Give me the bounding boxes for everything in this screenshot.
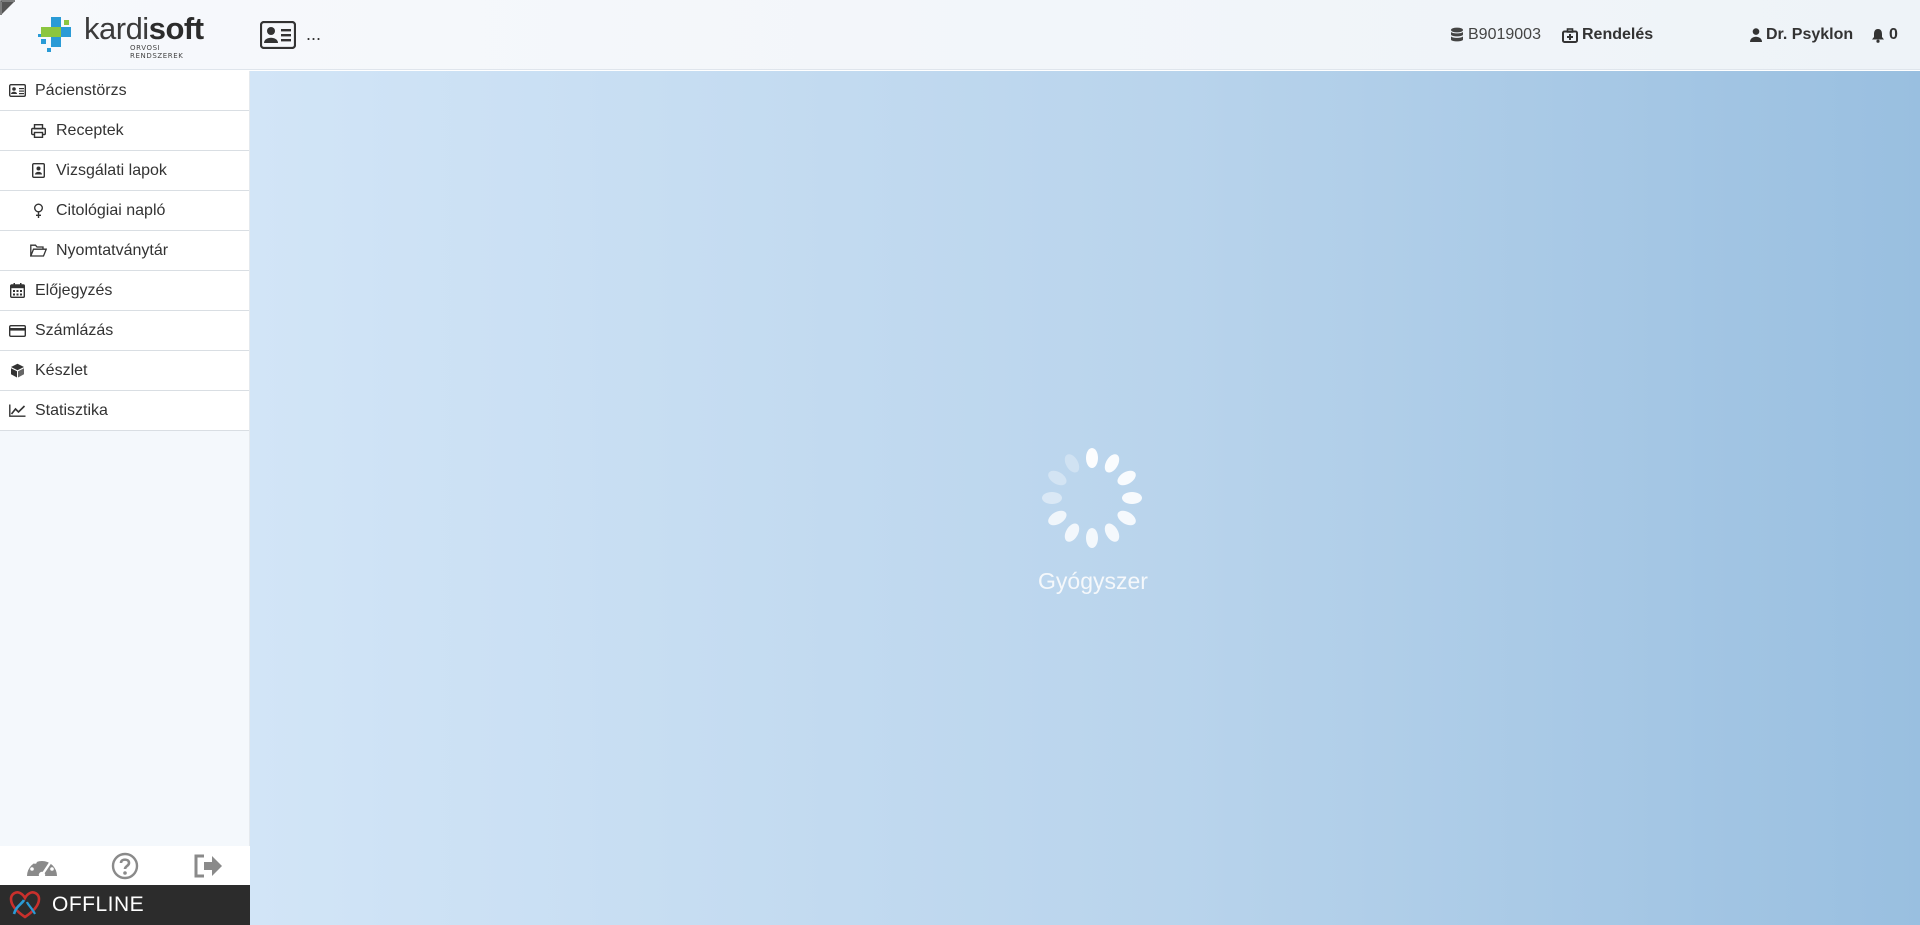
loading-spinner-icon bbox=[1042, 448, 1142, 548]
sidebar-item-statisztika[interactable]: Statisztika bbox=[0, 391, 249, 431]
dashboard-icon[interactable] bbox=[24, 850, 60, 882]
window-corner-icon bbox=[0, 0, 15, 15]
sidebar-item-elojegyzes[interactable]: Előjegyzés bbox=[0, 271, 249, 311]
logout-icon[interactable] bbox=[190, 850, 226, 882]
printer-icon bbox=[30, 122, 47, 139]
sidebar-item-vizsgalati-lapok[interactable]: Vizsgálati lapok bbox=[0, 151, 249, 191]
office-label: Rendelés bbox=[1582, 26, 1654, 43]
notifications-button[interactable]: 0 bbox=[1871, 26, 1898, 44]
top-bar: kardisoft ORVOSI RENDSZEREK ... B9019003… bbox=[0, 0, 1920, 70]
sidebar: Pácienstörzs Receptek Vizsgálati lapok C… bbox=[0, 71, 250, 925]
database-code: B9019003 bbox=[1468, 26, 1541, 43]
database-indicator[interactable]: B9019003 bbox=[1450, 26, 1541, 44]
kardisoft-logo[interactable]: kardisoft ORVOSI RENDSZEREK bbox=[38, 11, 216, 60]
medkit-icon bbox=[1562, 27, 1578, 43]
sidebar-item-label: Statisztika bbox=[35, 401, 108, 419]
sidebar-item-label: Receptek bbox=[56, 121, 124, 139]
connection-status-bar: OFFLINE bbox=[0, 885, 250, 925]
patient-card-icon[interactable] bbox=[260, 21, 296, 49]
sidebar-item-nyomtatvanytar[interactable]: Nyomtatványtár bbox=[0, 231, 249, 271]
sidebar-item-label: Számlázás bbox=[35, 321, 114, 339]
logo-cross-icon bbox=[38, 17, 71, 52]
user-name: Dr. Psyklon bbox=[1766, 26, 1854, 43]
sidebar-item-pacienstorzs[interactable]: Pácienstörzs bbox=[0, 71, 249, 111]
sidebar-item-szamlazas[interactable]: Számlázás bbox=[0, 311, 249, 351]
main-content: Gyógyszer bbox=[250, 71, 1920, 925]
sidebar-item-label: Pácienstörzs bbox=[35, 81, 127, 99]
database-icon bbox=[1451, 27, 1463, 42]
exam-sheet-icon bbox=[30, 162, 47, 179]
sidebar-item-label: Előjegyzés bbox=[35, 281, 113, 299]
sidebar-item-label: Citológiai napló bbox=[56, 201, 166, 219]
bell-icon bbox=[1872, 28, 1884, 43]
folder-open-icon bbox=[30, 242, 47, 259]
help-icon[interactable] bbox=[107, 850, 143, 882]
sidebar-item-label: Készlet bbox=[35, 361, 88, 379]
connection-status: OFFLINE bbox=[52, 893, 145, 916]
logo-wordmark: kardisoft bbox=[84, 11, 204, 46]
venus-icon bbox=[30, 202, 47, 219]
loading-label: Gyógyszer bbox=[1038, 568, 1148, 594]
user-icon bbox=[1750, 28, 1762, 42]
line-chart-icon bbox=[9, 402, 26, 419]
credit-card-icon bbox=[9, 322, 26, 339]
sidebar-bottom-toolbar bbox=[0, 846, 250, 886]
sidebar-item-receptek[interactable]: Receptek bbox=[0, 111, 249, 151]
selected-patient[interactable]: ... bbox=[306, 24, 321, 45]
office-selector[interactable]: Rendelés bbox=[1562, 26, 1653, 44]
sidebar-item-label: Nyomtatványtár bbox=[56, 241, 169, 259]
logo-subtitle: ORVOSI RENDSZEREK bbox=[130, 44, 184, 60]
connection-logo-icon bbox=[9, 891, 41, 919]
notification-count: 0 bbox=[1889, 26, 1898, 43]
sidebar-item-keszlet[interactable]: Készlet bbox=[0, 351, 249, 391]
sidebar-item-label: Vizsgálati lapok bbox=[56, 161, 167, 179]
sidebar-item-citologiai-naplo[interactable]: Citológiai napló bbox=[0, 191, 249, 231]
cube-icon bbox=[9, 362, 26, 379]
patient-card-icon bbox=[9, 82, 26, 99]
user-menu[interactable]: Dr. Psyklon bbox=[1750, 26, 1853, 44]
calendar-icon bbox=[9, 282, 26, 299]
